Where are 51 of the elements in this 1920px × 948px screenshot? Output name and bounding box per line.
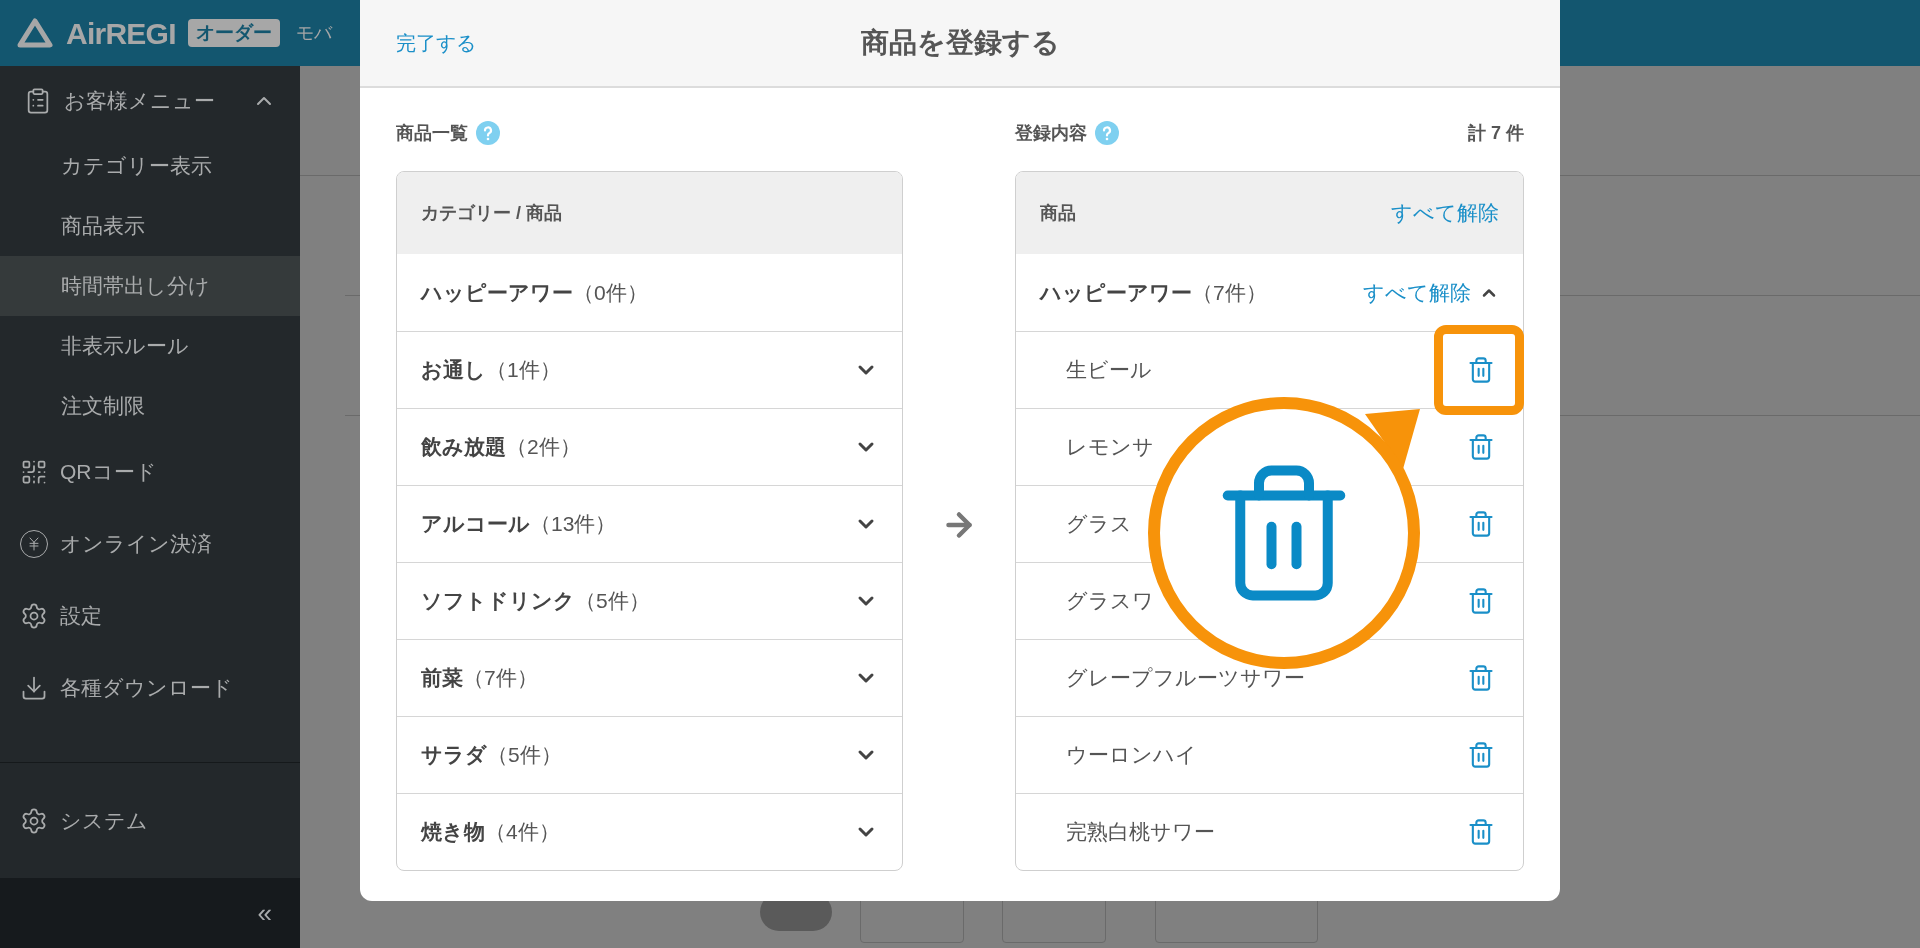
sidebar-item[interactable]: カテゴリー表示 (0, 136, 300, 196)
section-label: 登録内容 (1015, 121, 1087, 145)
category-row[interactable]: ハッピーアワー（7件） すべて解除 (1016, 254, 1523, 331)
product-name: グレープフルーツサワー (1066, 665, 1306, 692)
download-icon (20, 674, 48, 702)
app-title: モバ (295, 21, 332, 45)
sidebar-group[interactable]: お客様メニュー (0, 66, 300, 136)
gear-icon (20, 806, 48, 835)
logo-icon (16, 17, 54, 49)
category-row[interactable]: ソフトドリンク（5件） (397, 562, 902, 639)
trash-icon (1467, 510, 1495, 538)
sidebar-item[interactable]: 注文制限 (0, 376, 300, 436)
trash-icon (1467, 664, 1495, 692)
section-label: 商品一覧 (396, 121, 468, 145)
category-row[interactable]: お通し（1件） (397, 331, 902, 408)
clear-group-link[interactable]: すべて解除 (1363, 276, 1471, 309)
sidebar-item[interactable]: 各種ダウンロード (0, 652, 300, 724)
qr-code-icon (20, 458, 48, 486)
sidebar-item[interactable]: オンライン決済 (0, 508, 300, 580)
category-row[interactable]: 焼き物（4件） (397, 793, 902, 870)
sidebar-item[interactable]: 商品表示 (0, 196, 300, 256)
category-row[interactable]: 前菜（7件） (397, 639, 902, 716)
total-count: 計 7 件 (1468, 121, 1524, 145)
settings-icon (20, 602, 48, 630)
collapse-button[interactable]: « (0, 878, 300, 948)
column-header: カテゴリー / 商品 (421, 201, 562, 225)
product-name: 生ビール (1066, 357, 1153, 384)
category-row[interactable]: 飲み放題（2件） (397, 408, 902, 485)
sidebar-item[interactable]: 非表示ルール (0, 316, 300, 376)
product-badge: オーダー (187, 18, 280, 48)
trash-icon (1467, 587, 1495, 615)
product-name: グラスワ (1066, 588, 1155, 615)
product-name: 完熟白桃サワー (1066, 819, 1216, 846)
category-row[interactable]: サラダ（5件） (397, 716, 902, 793)
done-link[interactable]: 完了する (396, 28, 476, 58)
product-name: ウーロンハイ (1066, 742, 1198, 769)
category-row[interactable]: ハッピーアワー（0件） (397, 254, 902, 331)
category-row[interactable]: アルコール（13件） (397, 485, 902, 562)
sidebar-item[interactable]: QRコード (0, 436, 300, 508)
product-name: グラス (1066, 511, 1133, 538)
logo-text: AirREGI (66, 15, 176, 52)
sidebar-item[interactable]: 時間帯出し分け (0, 256, 300, 316)
trash-icon (1467, 741, 1495, 769)
trash-icon (1467, 818, 1495, 846)
trash-icon (1467, 356, 1495, 384)
sidebar-item[interactable]: 設定 (0, 580, 300, 652)
product-name: レモンサ (1066, 434, 1155, 461)
trash-icon (1467, 433, 1495, 461)
sidebar-item[interactable]: システム (0, 763, 300, 878)
modal-title: 商品を登録する (860, 26, 1060, 60)
column-header: 商品 (1040, 201, 1077, 225)
